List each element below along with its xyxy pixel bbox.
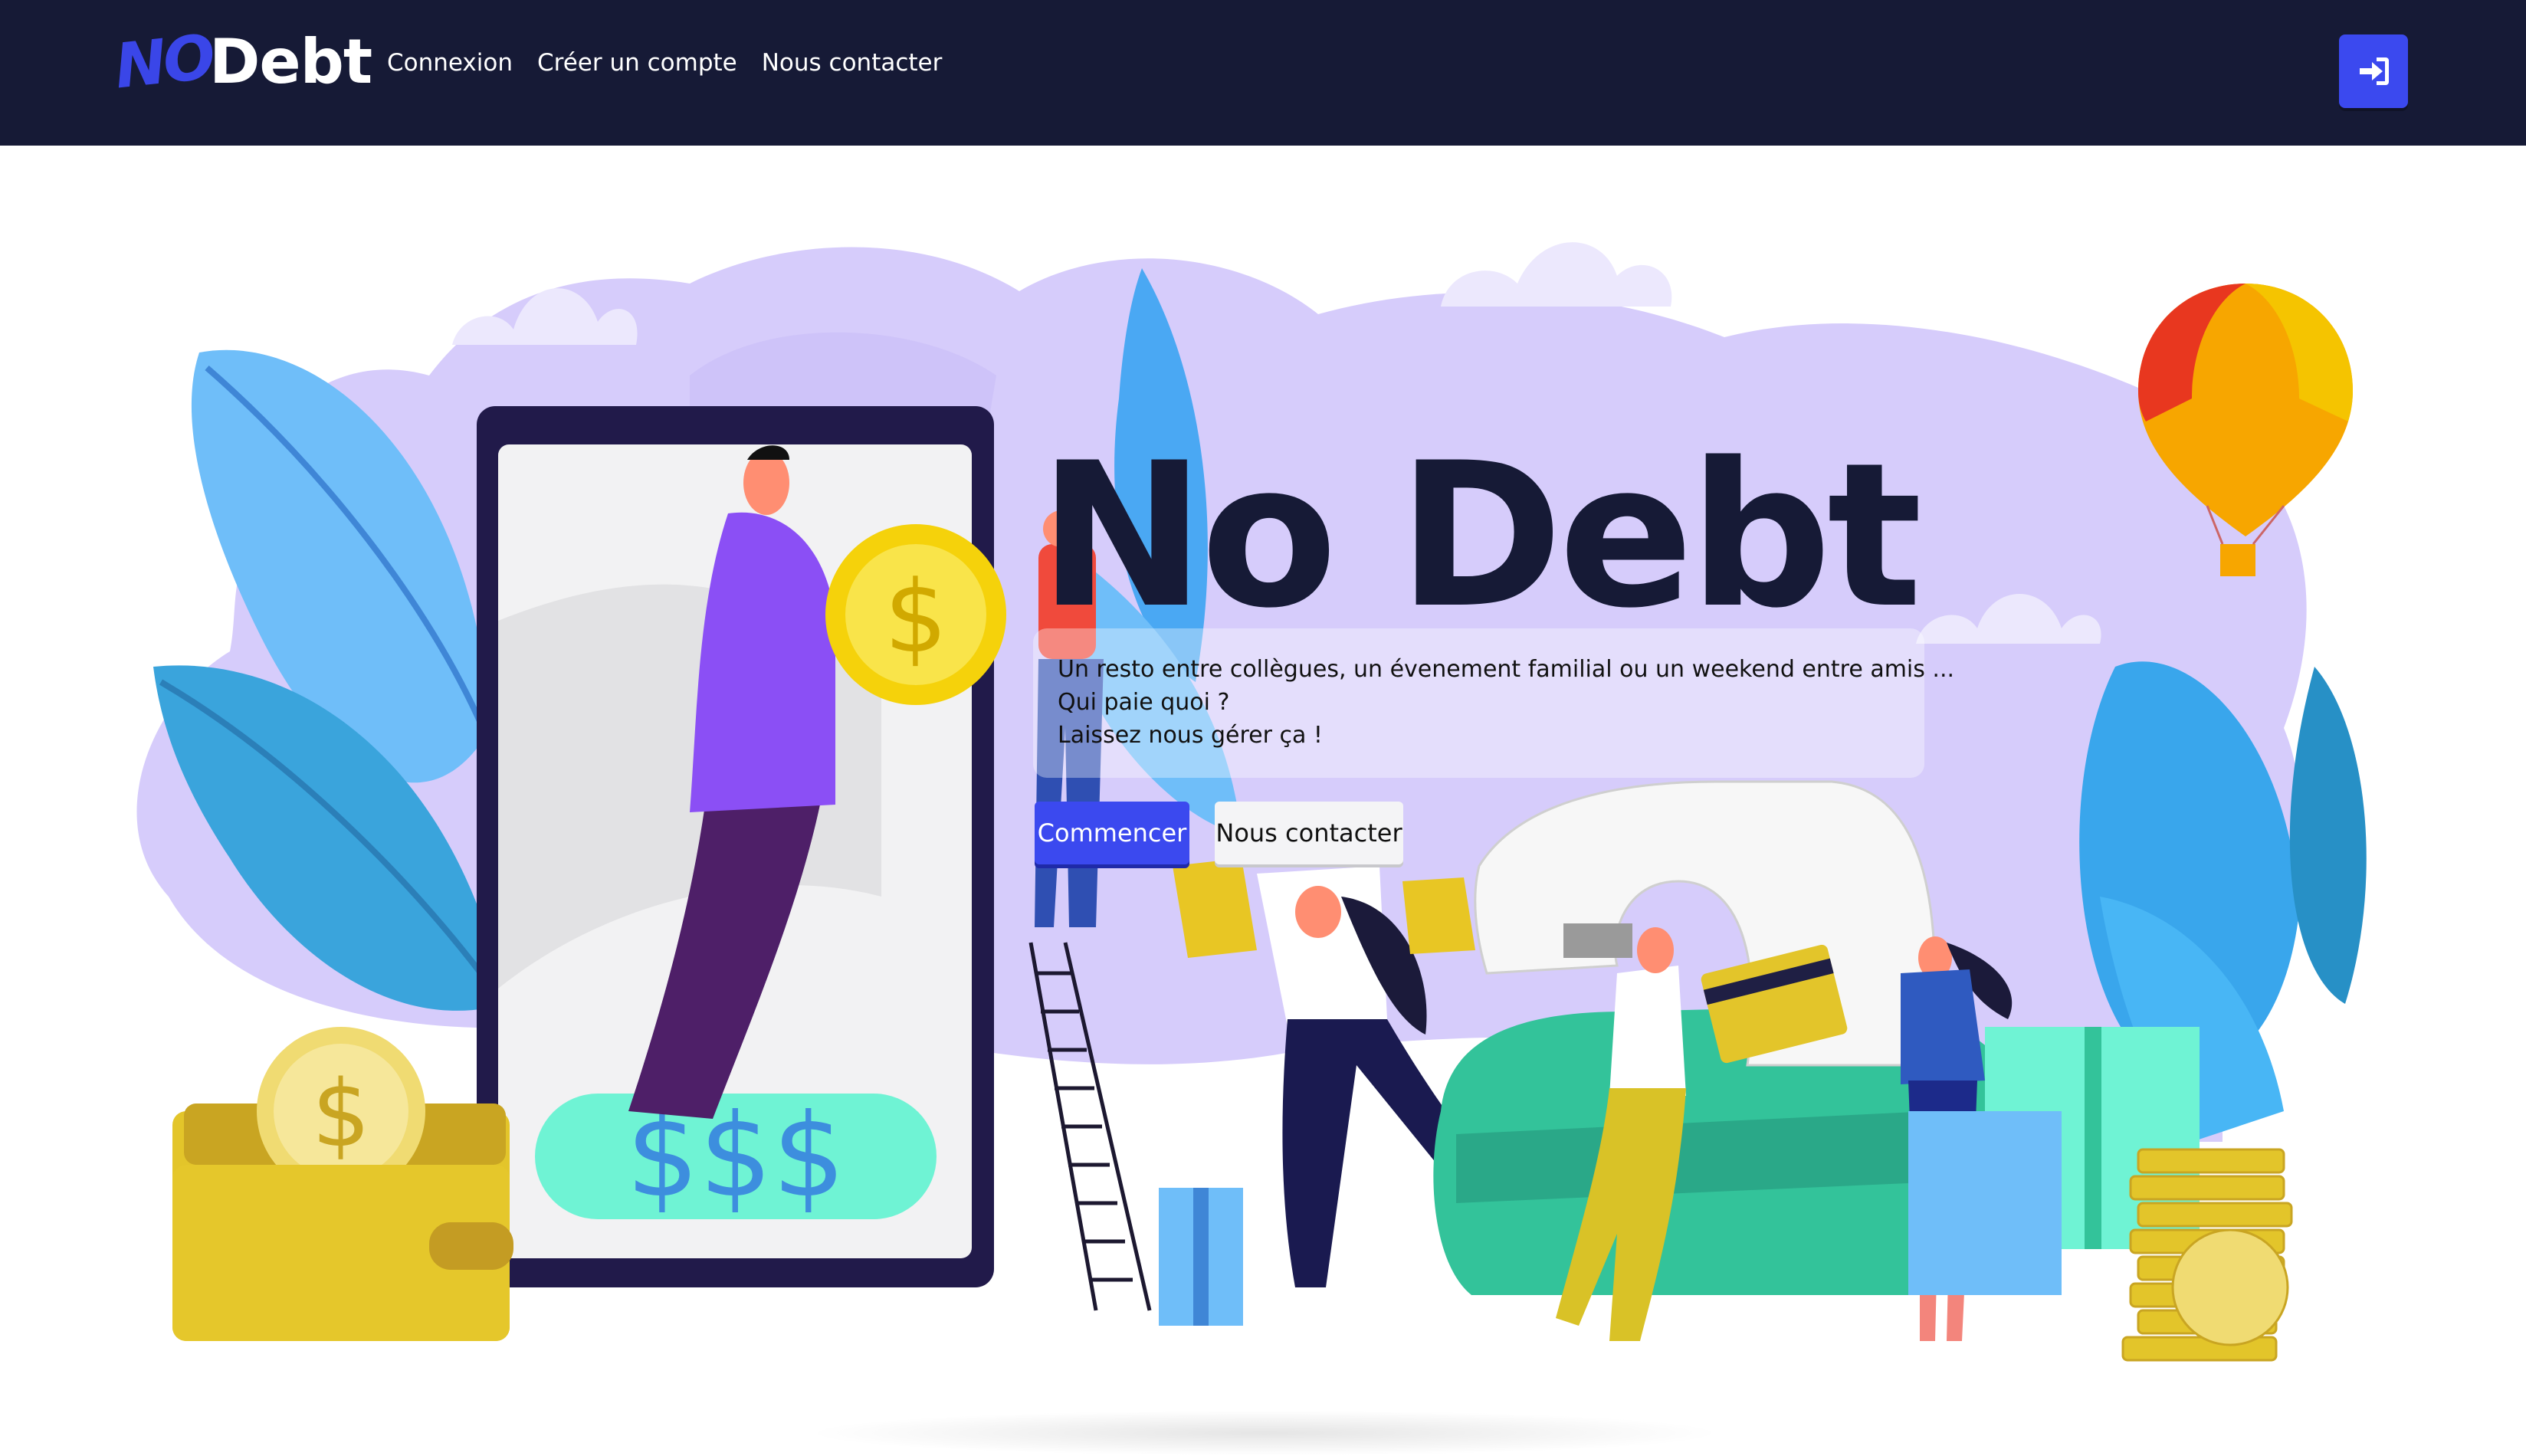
brand-no: NO [111, 21, 216, 102]
contact-button[interactable]: Nous contacter [1215, 802, 1403, 864]
footer-shadow [805, 1410, 1724, 1456]
wallet: $ [172, 1027, 513, 1341]
coin-stack [2121, 1148, 2293, 1362]
hero-title: No Debt [1038, 421, 1922, 652]
nav-link-contact[interactable]: Nous contacter [762, 49, 943, 77]
hero-section: $$$ $ $ No Debt Un resto entre collègues… [0, 146, 2526, 1450]
sign-in-icon [2360, 57, 2389, 85]
nav-links: Connexion Créer un compte Nous contacter [387, 49, 966, 77]
cloud-top [1441, 242, 1672, 307]
login-button[interactable] [2339, 34, 2408, 108]
brand-logo[interactable]: NO Debt [111, 21, 372, 102]
hero-illustration: $$$ $ $ [136, 242, 2367, 1362]
leaf-right-dark [2289, 667, 2367, 1004]
nav-link-creer-compte[interactable]: Créer un compte [537, 49, 737, 77]
subtitle-line-1: Un resto entre collègues, un évenement f… [1058, 656, 1955, 683]
coin-dollar-text: $ [884, 559, 948, 675]
subtitle-line-3: Laissez nous gérer ça ! [1058, 722, 1323, 749]
nav-link-connexion[interactable]: Connexion [387, 49, 513, 77]
start-button[interactable]: Commencer [1035, 802, 1189, 864]
hero-subtitle: Un resto entre collègues, un évenement f… [1033, 628, 1955, 778]
subtitle-line-2: Qui paie quoi ? [1058, 689, 1230, 716]
navbar: NO Debt Connexion Créer un compte Nous c… [0, 0, 2526, 146]
brand-debt: Debt [208, 25, 372, 97]
svg-text:$: $ [312, 1061, 370, 1168]
